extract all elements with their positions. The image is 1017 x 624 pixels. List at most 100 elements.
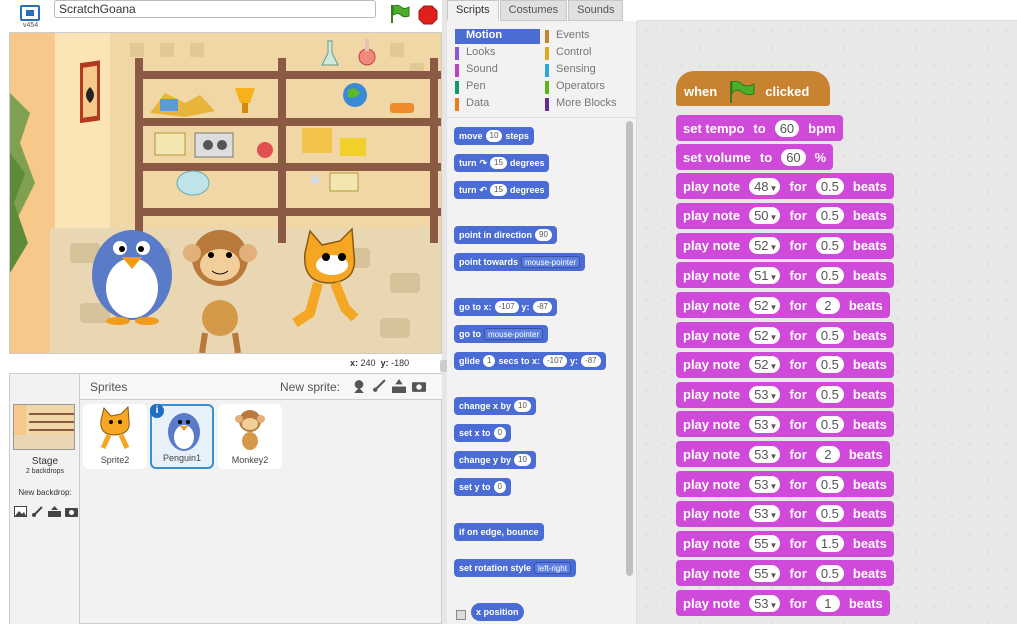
block-input[interactable]: -107 — [543, 355, 568, 367]
block-input[interactable]: 10 — [514, 454, 531, 466]
scripts-area[interactable]: when clicked set tempo to 60 bpm set vol… — [637, 21, 1017, 624]
play-note-block[interactable]: play note 55 for 0.5 beats — [676, 560, 894, 587]
block-input[interactable]: 15 — [490, 157, 507, 169]
note-dropdown[interactable]: 53 — [749, 505, 781, 523]
note-dropdown[interactable]: 48 — [749, 177, 781, 195]
block-x-position[interactable]: x position — [471, 603, 524, 621]
note-dropdown[interactable]: 55 — [749, 535, 781, 553]
note-dropdown[interactable]: 50 — [749, 207, 781, 225]
block-set-x[interactable]: set x to 0 — [454, 424, 511, 442]
tab-scripts[interactable]: Scripts — [447, 0, 499, 21]
block-input[interactable]: -107 — [494, 301, 519, 313]
info-icon[interactable]: i — [150, 404, 164, 418]
block-input[interactable]: 90 — [535, 229, 552, 241]
sprite-tile-monkey2[interactable]: Monkey2 — [218, 404, 282, 469]
upload-icon[interactable] — [392, 379, 406, 393]
play-note-block[interactable]: play note 55 for 1.5 beats — [676, 530, 894, 557]
play-note-block[interactable]: play note 52 for 0.5 beats — [676, 322, 894, 348]
beats-input[interactable]: 0.5 — [815, 386, 844, 404]
category-more-blocks[interactable]: More Blocks — [545, 97, 630, 112]
camera-icon[interactable] — [412, 379, 426, 393]
sprite-tile-sprite2[interactable]: Sprite2 — [83, 404, 147, 469]
play-note-block[interactable]: play note 51 for 0.5 beats — [676, 262, 894, 289]
category-looks[interactable]: Looks — [455, 46, 540, 61]
note-dropdown[interactable]: 53 — [749, 475, 781, 493]
stop-icon[interactable] — [418, 5, 438, 25]
note-dropdown[interactable]: 52 — [749, 237, 781, 255]
category-operators[interactable]: Operators — [545, 80, 630, 95]
beats-input[interactable]: 2 — [815, 445, 840, 463]
category-events[interactable]: Events — [545, 29, 630, 44]
beats-input[interactable]: 1 — [815, 594, 840, 612]
tab-costumes[interactable]: Costumes — [499, 0, 568, 21]
block-go-to-xy[interactable]: go to x: -107 y: -87 — [454, 298, 558, 316]
category-data[interactable]: Data — [455, 97, 540, 112]
beats-input[interactable]: 0.5 — [815, 356, 844, 374]
beats-input[interactable]: 0.5 — [815, 326, 844, 344]
paint-brush-icon[interactable] — [372, 379, 386, 393]
set-volume-block[interactable]: set volume to 60 % — [676, 144, 834, 170]
x-position-checkbox[interactable] — [456, 610, 466, 620]
note-dropdown[interactable]: 53 — [749, 594, 781, 612]
block-turn-right[interactable]: turn ↷ 15 degrees — [454, 154, 550, 172]
note-dropdown[interactable]: 51 — [749, 266, 781, 284]
play-note-block[interactable]: play note 53 for 0.5 beats — [676, 381, 894, 408]
block-input[interactable]: -87 — [532, 301, 553, 313]
block-dropdown[interactable]: left-right — [534, 562, 571, 574]
block-input[interactable]: 0 — [493, 481, 506, 493]
paint-brush-icon[interactable] — [31, 506, 44, 517]
play-note-block[interactable]: play note 53 for 2 beats — [676, 441, 890, 468]
stage-selector[interactable]: Stage 2 backdrops New backdrop: — [10, 374, 80, 624]
block-set-rotation-style[interactable]: set rotation style left-right — [454, 559, 576, 577]
beats-input[interactable]: 0.5 — [815, 505, 844, 523]
block-turn-left[interactable]: turn ↶ 15 degrees — [454, 181, 550, 199]
play-note-block[interactable]: play note 50 for 0.5 beats — [676, 202, 894, 229]
note-dropdown[interactable]: 55 — [749, 564, 781, 582]
stage-canvas[interactable] — [9, 32, 442, 354]
block-input[interactable]: -87 — [581, 355, 601, 367]
image-library-icon[interactable] — [14, 506, 27, 517]
play-note-block[interactable]: play note 52 for 0.5 beats — [676, 232, 894, 259]
block-input[interactable]: 10 — [485, 130, 503, 142]
note-dropdown[interactable]: 52 — [749, 326, 781, 344]
block-bounce[interactable]: if on edge, bounce — [454, 523, 544, 541]
fullscreen-icon[interactable] — [20, 5, 40, 21]
stage-thumbnail[interactable] — [13, 404, 75, 450]
beats-input[interactable]: 1.5 — [815, 535, 844, 553]
block-change-y[interactable]: change y by 10 — [454, 451, 536, 469]
play-note-block[interactable]: play note 53 for 1 beats — [676, 590, 890, 617]
beats-input[interactable]: 0.5 — [815, 415, 844, 433]
note-dropdown[interactable]: 53 — [749, 415, 781, 433]
volume-input[interactable]: 60 — [781, 148, 806, 166]
beats-input[interactable]: 2 — [815, 296, 840, 314]
block-point-in-direction[interactable]: point in direction 90 — [454, 226, 557, 244]
green-flag-icon[interactable] — [388, 4, 410, 24]
project-title-input[interactable]: ScratchGoana — [54, 0, 376, 18]
palette-scrollbar[interactable] — [626, 121, 633, 576]
category-pen[interactable]: Pen — [455, 80, 540, 95]
block-go-to[interactable]: go to mouse-pointer — [454, 325, 549, 343]
block-glide[interactable]: glide 1 secs to x: -107 y: -87 — [454, 352, 606, 370]
beats-input[interactable]: 0.5 — [815, 207, 844, 225]
note-dropdown[interactable]: 52 — [749, 356, 781, 374]
play-note-block[interactable]: play note 53 for 0.5 beats — [676, 411, 894, 438]
block-dropdown[interactable]: mouse-pointer — [521, 256, 581, 268]
sprite-library-icon[interactable] — [352, 379, 366, 393]
play-note-block[interactable]: play note 53 for 0.5 beats — [676, 500, 894, 527]
upload-icon[interactable] — [48, 506, 61, 517]
block-point-towards[interactable]: point towards mouse-pointer — [454, 253, 586, 271]
block-input[interactable]: 0 — [493, 427, 506, 439]
block-input[interactable]: 10 — [514, 400, 531, 412]
note-dropdown[interactable]: 52 — [749, 296, 781, 314]
note-dropdown[interactable]: 53 — [749, 445, 781, 463]
tab-sounds[interactable]: Sounds — [568, 0, 624, 21]
sprite-tile-penguin1[interactable]: i Penguin1 — [150, 404, 214, 469]
block-set-y[interactable]: set y to 0 — [454, 478, 511, 496]
note-dropdown[interactable]: 53 — [749, 386, 781, 404]
category-motion[interactable]: Motion — [455, 29, 540, 44]
beats-input[interactable]: 0.5 — [815, 266, 844, 284]
block-input[interactable]: 1 — [483, 355, 496, 367]
play-note-block[interactable]: play note 53 for 0.5 beats — [676, 471, 894, 497]
category-sensing[interactable]: Sensing — [545, 63, 630, 78]
block-dropdown[interactable]: mouse-pointer — [484, 328, 544, 340]
